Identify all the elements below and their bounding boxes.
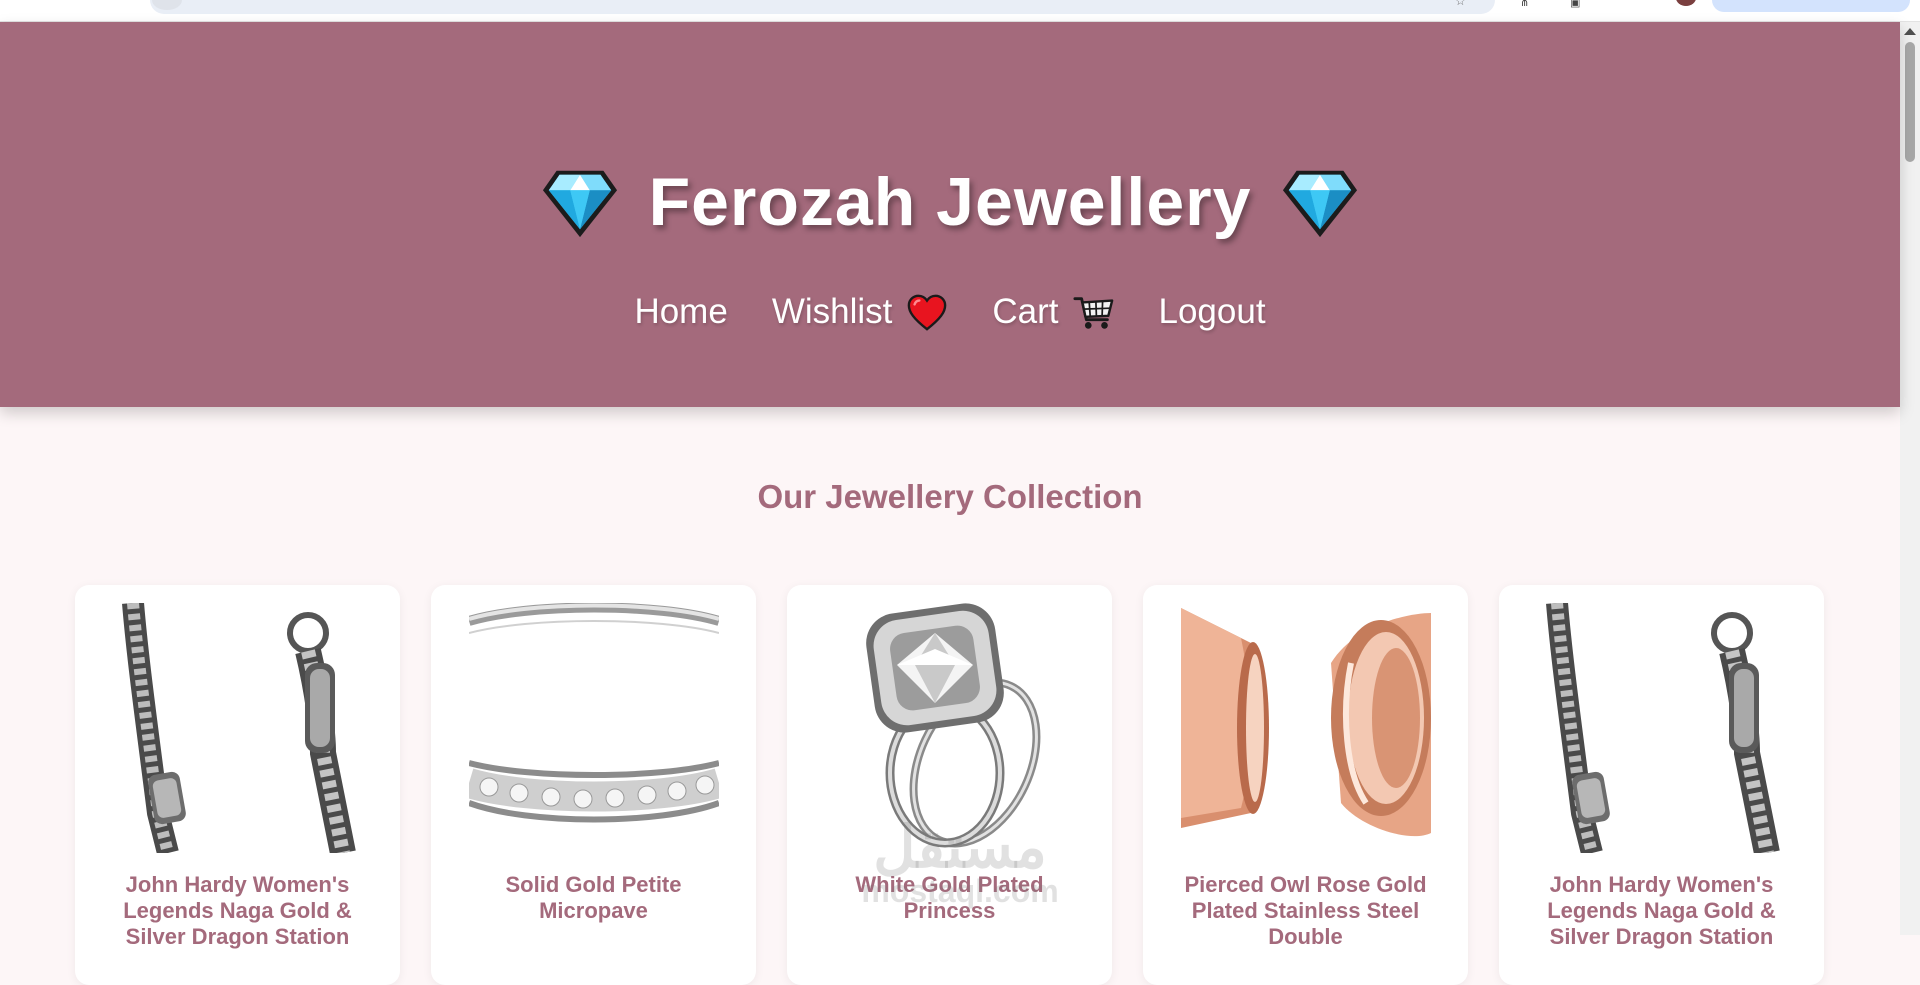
- nav-logout-label: Logout: [1159, 292, 1266, 332]
- nav-logout-link[interactable]: Logout: [1159, 292, 1266, 332]
- product-name[interactable]: Pierced Owl Rose Gold Plated Stainless S…: [1163, 872, 1448, 950]
- product-image[interactable]: [1181, 603, 1431, 853]
- nav-wishlist-label: Wishlist: [772, 292, 893, 332]
- site-title: Ferozah Jewellery: [649, 163, 1252, 241]
- silver-chain-bracelet-image: [1537, 603, 1787, 853]
- halo-engagement-ring-image: [825, 603, 1075, 853]
- product-name[interactable]: John Hardy Women's Legends Naga Gold & S…: [1519, 872, 1804, 950]
- product-name[interactable]: White Gold Plated Princess: [807, 872, 1092, 924]
- address-bar[interactable]: [150, 0, 1495, 14]
- product-image[interactable]: [1537, 603, 1787, 853]
- silver-chain-bracelet-image: [113, 603, 363, 853]
- heart-icon: [906, 292, 948, 332]
- product-grid: John Hardy Women's Legends Naga Gold & S…: [75, 585, 1824, 985]
- product-card[interactable]: Solid Gold Petite Micropave: [431, 585, 756, 985]
- product-card[interactable]: John Hardy Women's Legends Naga Gold & S…: [75, 585, 400, 985]
- diamond-band-ring-image: [469, 603, 719, 853]
- product-image[interactable]: [825, 603, 1075, 853]
- diamond-icon: [541, 163, 619, 241]
- product-name[interactable]: Solid Gold Petite Micropave: [451, 872, 736, 924]
- product-card[interactable]: John Hardy Women's Legends Naga Gold & S…: [1499, 585, 1824, 985]
- product-image[interactable]: [469, 603, 719, 853]
- product-card[interactable]: White Gold Plated Princess: [787, 585, 1112, 985]
- extension-icon[interactable]: ⋔: [1520, 0, 1529, 9]
- product-image[interactable]: [113, 603, 363, 853]
- tab-search-icon[interactable]: ▣: [1570, 0, 1580, 9]
- diamond-icon: [1281, 163, 1359, 241]
- collection-heading: Our Jewellery Collection: [0, 478, 1900, 516]
- product-name[interactable]: John Hardy Women's Legends Naga Gold & S…: [95, 872, 380, 950]
- nav-wishlist-link[interactable]: Wishlist: [772, 292, 949, 332]
- cart-icon: [1073, 292, 1115, 332]
- nav-home-label: Home: [634, 292, 727, 332]
- scroll-up-arrow-icon[interactable]: [1904, 28, 1916, 35]
- nav-cart-label: Cart: [992, 292, 1058, 332]
- product-card[interactable]: Pierced Owl Rose Gold Plated Stainless S…: [1143, 585, 1468, 985]
- bookmark-star-icon[interactable]: ☆: [1455, 0, 1466, 8]
- nav-cart-link[interactable]: Cart: [992, 292, 1114, 332]
- browser-action-pill[interactable]: [1712, 0, 1910, 12]
- rose-gold-tunnels-image: [1181, 603, 1431, 853]
- scrollbar-thumb[interactable]: [1905, 42, 1915, 162]
- nav-home-link[interactable]: Home: [634, 292, 727, 332]
- site-header: Ferozah Jewellery Home Wishlist Cart: [0, 22, 1900, 407]
- title-row: Ferozah Jewellery: [0, 152, 1900, 252]
- main-nav: Home Wishlist Cart Logout: [0, 282, 1900, 342]
